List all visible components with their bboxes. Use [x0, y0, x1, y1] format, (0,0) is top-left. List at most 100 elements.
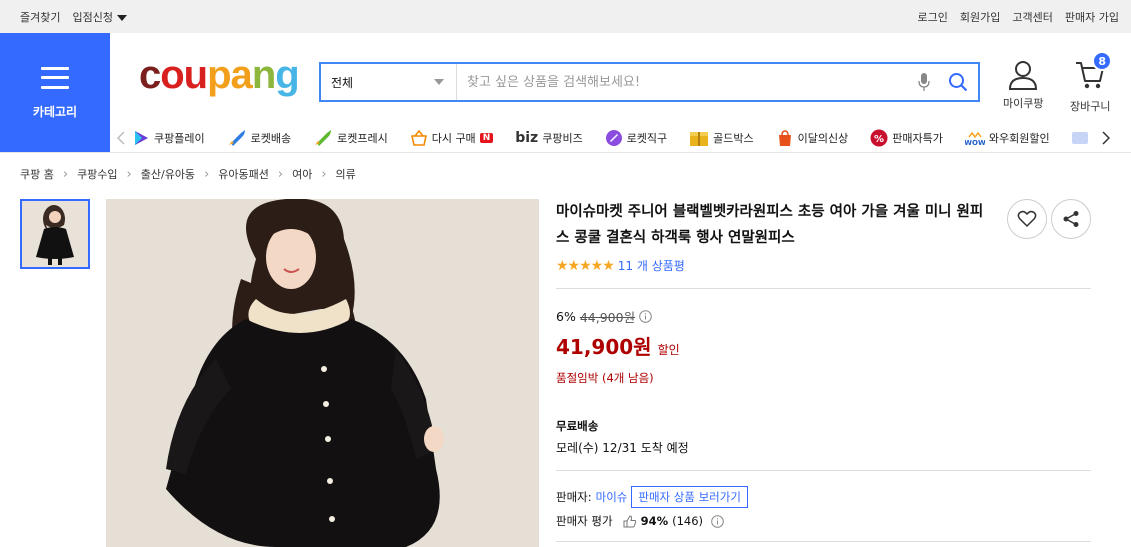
seller-name-link[interactable]: 마이슈: [596, 489, 628, 505]
share-button[interactable]: [1051, 199, 1091, 239]
goldbox-icon: [690, 132, 709, 146]
nav-label: 로켓직구: [626, 132, 668, 145]
category-label: 카테고리: [32, 104, 78, 119]
breadcrumb-item[interactable]: 여아: [292, 166, 312, 182]
category-button[interactable]: 카테고리: [0, 33, 110, 153]
my-coupang-label: 마이쿠팡: [1003, 97, 1044, 110]
breadcrumb-item[interactable]: 출산/유아동: [141, 166, 195, 182]
discount-rate: 6%: [556, 309, 576, 324]
chevron-right-icon: ›: [321, 166, 327, 182]
seller-products-button[interactable]: 판매자 상품 보러가기: [631, 486, 748, 508]
rocket-fresh-icon: [315, 130, 332, 146]
wishlist-button[interactable]: [1007, 199, 1047, 239]
info-icon[interactable]: [639, 310, 652, 323]
nav-label: 쿠팡비즈: [542, 132, 583, 145]
basket-icon: [410, 129, 427, 146]
original-price-row: 6% 44,900원: [556, 307, 1091, 326]
nav-label: 로켓배송: [250, 132, 292, 145]
search-category-select[interactable]: 전체: [321, 64, 457, 100]
nav-label: 골드박스: [713, 132, 754, 145]
nav-item-rocket-delivery[interactable]: 로켓배송: [227, 129, 291, 147]
sale-price: 41,900원: [556, 335, 652, 359]
coupang-logo[interactable]: coupang: [139, 55, 300, 95]
shipping-title: 무료배송: [556, 419, 599, 433]
info-icon[interactable]: [711, 514, 724, 528]
nav-item-rocket-direct[interactable]: 로켓직구: [605, 129, 667, 147]
biz-icon: biz: [515, 130, 539, 146]
user-icon: [1009, 61, 1038, 90]
product-rating[interactable]: ★★★★★ 11 개 상품평: [556, 257, 1091, 274]
nav-label: 이달의신상: [797, 132, 849, 145]
wow-icon: WOW: [965, 131, 985, 147]
topbar-left: 즐겨찾기 입점신청: [20, 9, 127, 25]
nav-item-new-products[interactable]: 이달의신상: [776, 129, 849, 147]
promo-icon: [1071, 132, 1088, 144]
mic-icon[interactable]: [910, 72, 938, 92]
cart-count-badge: 8: [1092, 51, 1113, 71]
seller-apply-link[interactable]: 입점신청: [72, 9, 127, 25]
nav-item-coupang-biz[interactable]: biz 쿠팡비즈: [515, 130, 582, 146]
seller-label: 판매자:: [556, 490, 592, 504]
seller-row: 판매자: 마이슈 판매자 상품 보러가기: [556, 485, 1091, 509]
review-count[interactable]: 11 개 상품평: [618, 257, 685, 274]
seller-signup-link[interactable]: 판매자 가입: [1065, 9, 1119, 25]
original-price: 44,900원: [579, 310, 636, 325]
rocket-icon: [228, 130, 245, 146]
sale-price-row: 41,900원 할인: [556, 331, 1091, 360]
header: 카테고리 coupang 전체 마이쿠팡 8 장바구니 쿠팡플레: [0, 33, 1131, 153]
search-category-value: 전체: [331, 75, 354, 90]
star-rating-icon: ★★★★★: [556, 257, 615, 274]
signup-link[interactable]: 회원가입: [960, 9, 1000, 25]
seller-section: 판매자: 마이슈 판매자 상품 보러가기 판매자 평가 94% (146): [556, 485, 1091, 533]
breadcrumb-item[interactable]: 쿠팡 홈: [20, 166, 54, 182]
thumbs-up-icon: [623, 514, 636, 527]
new-product-icon: [778, 130, 791, 146]
chevron-right-icon: ›: [62, 166, 69, 182]
seller-apply-label: 입점신청: [72, 10, 113, 24]
product-thumbnail[interactable]: [20, 199, 90, 269]
nav-label: 로켓프레시: [337, 132, 388, 145]
nav-next-arrow[interactable]: [1095, 131, 1117, 145]
nav-item-rebuy[interactable]: 다시 구매 N: [410, 129, 494, 147]
nav-item-partial[interactable]: [1071, 132, 1088, 144]
product-title: 마이슈마켓 주니어 블랙벨벳카라원피스 초등 여아 가을 겨울 미니 원피스 콩…: [556, 204, 984, 246]
breadcrumb-item[interactable]: 의류: [336, 166, 356, 182]
sale-tag: 할인: [657, 343, 680, 357]
product-main-image[interactable]: [106, 199, 539, 547]
bookmark-link[interactable]: 즐겨찾기: [20, 9, 60, 25]
hamburger-icon: [41, 66, 69, 89]
cart-button[interactable]: 8 장바구니: [1070, 51, 1113, 114]
nav-item-coupang-play[interactable]: 쿠팡플레이: [132, 129, 205, 147]
product-actions: [1007, 199, 1091, 239]
nav-item-seller-deals[interactable]: % 판매자특가: [870, 129, 943, 147]
svg-text:%: %: [874, 134, 884, 145]
nav-item-rocket-fresh[interactable]: 로켓프레시: [313, 129, 388, 147]
shipping-section: 무료배송 모레(수) 12/31 도착 예정: [556, 418, 1091, 456]
chevron-right-icon: [1102, 131, 1110, 145]
my-coupang-button[interactable]: 마이쿠팡: [1003, 59, 1043, 111]
breadcrumb-item[interactable]: 쿠팡수입: [77, 166, 117, 182]
nav-item-wow-discount[interactable]: WOW 와우회원할인: [965, 129, 1050, 147]
nav-label: 다시 구매: [431, 132, 476, 145]
new-badge: N: [479, 133, 494, 143]
header-divider: [0, 152, 1131, 153]
search-icon[interactable]: [938, 72, 978, 92]
nav-label: 판매자특가: [892, 132, 943, 145]
caret-down-icon: [116, 14, 127, 21]
chevron-right-icon: ›: [204, 166, 210, 182]
login-link[interactable]: 로그인: [918, 9, 948, 25]
breadcrumb-item[interactable]: 유아동패션: [218, 166, 269, 182]
product-info-panel: 마이슈마켓 주니어 블랙벨벳카라원피스 초등 여아 가을 겨울 미니 원피스 콩…: [556, 199, 1091, 542]
nav-prev-arrow[interactable]: [110, 131, 132, 145]
customer-center-link[interactable]: 고객센터: [1012, 9, 1052, 25]
nav-item-goldbox[interactable]: 골드박스: [689, 129, 754, 147]
divider: [556, 541, 1091, 542]
seller-rating-count: (146): [672, 514, 704, 528]
share-icon: [1063, 211, 1079, 227]
breadcrumb: 쿠팡 홈 › 쿠팡수입 › 출산/유아동 › 유아동패션 › 여아 › 의류: [20, 166, 356, 182]
svg-text:WOW: WOW: [965, 139, 985, 147]
divider: [556, 288, 1091, 289]
seller-rating-label: 판매자 평가: [556, 514, 613, 528]
search-input[interactable]: [457, 64, 910, 100]
coupang-play-icon: [135, 131, 148, 145]
